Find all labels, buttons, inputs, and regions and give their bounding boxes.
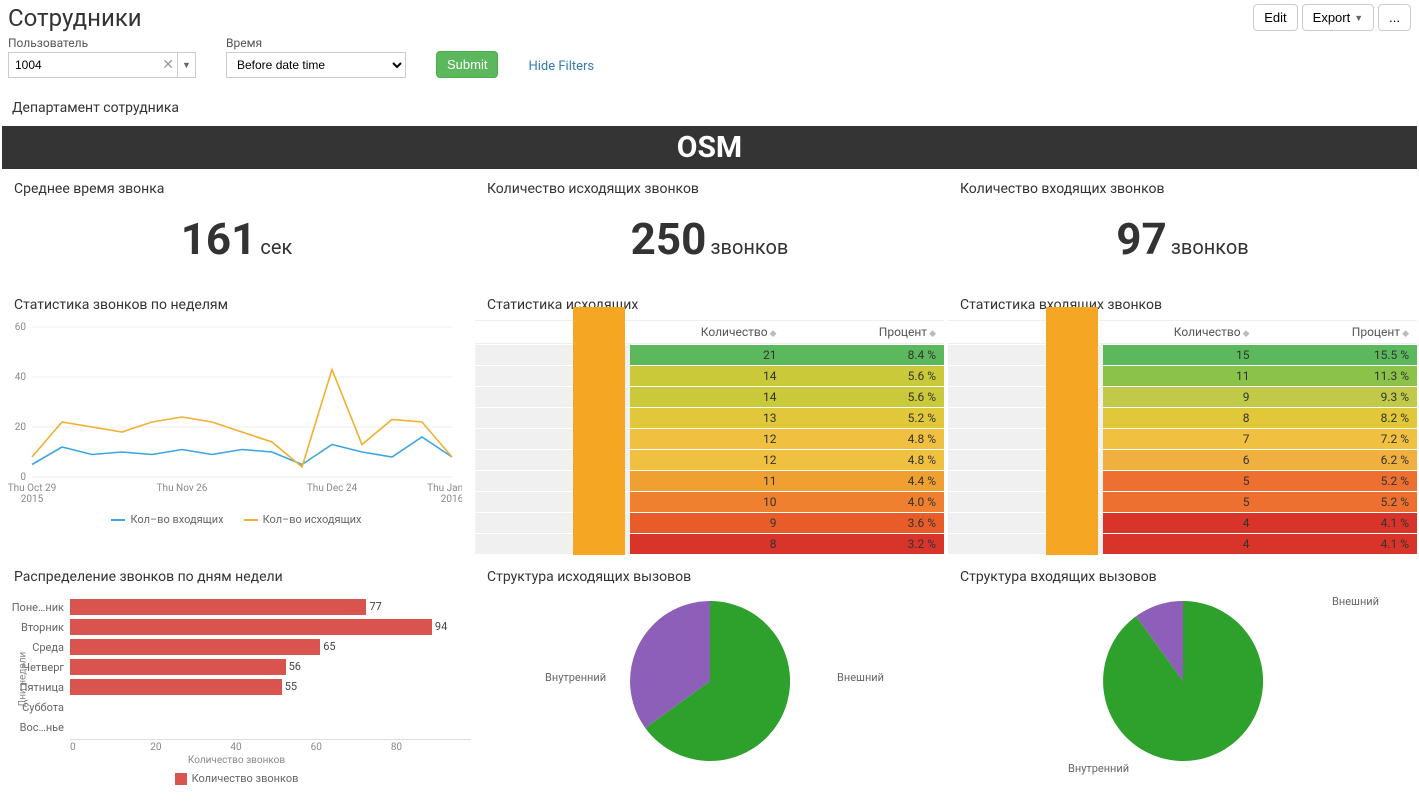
metric-out-value: 250 (631, 213, 707, 265)
svg-text:60: 60 (15, 322, 27, 333)
metric-avg-unit: сек (260, 235, 292, 259)
table-row: 4483.2 % (475, 534, 944, 554)
dow-yaxis: Дни недели (17, 652, 28, 708)
metric-avg-title: Среднее время звонка (2, 171, 471, 203)
sort-icon[interactable]: ◆ (770, 329, 777, 339)
dow-chart: Поне…ник77Вторник94Среда65Четверг56Пятни… (2, 591, 471, 739)
pie-in-chart: Внешний Внутренний (948, 591, 1417, 777)
table-row: 366.2 % (948, 450, 1417, 470)
legend-out: Кол–во исходящих (263, 513, 362, 526)
pie-label-internal: Внутренний (1068, 762, 1129, 775)
filter-time-select[interactable]: Before date time (226, 52, 406, 78)
legend-in: Кол–во входящих (130, 513, 223, 526)
metric-in-value: 97 (1116, 213, 1167, 265)
svg-text:20: 20 (15, 422, 27, 433)
chevron-down-icon[interactable]: ▼ (178, 52, 196, 78)
bar-row: Вторник94 (8, 617, 455, 637)
dow-title: Распределение звонков по дням недели (2, 559, 471, 591)
col-cnt[interactable]: Количество (1174, 325, 1241, 339)
scrollbar[interactable] (573, 307, 625, 555)
table-row: 9893.6 % (475, 513, 944, 533)
bar-row: Поне…ник77 (8, 597, 455, 617)
metric-in-title: Количество входящих звонков (948, 171, 1417, 203)
export-button[interactable]: Export ▼ (1302, 4, 1375, 31)
pie-label-internal: Внутренний (545, 671, 606, 684)
svg-text:40: 40 (15, 372, 27, 383)
chevron-down-icon: ▼ (1354, 13, 1363, 23)
metric-avg-value: 161 (181, 213, 257, 265)
col-pct[interactable]: Процент (879, 325, 927, 339)
svg-text:Thu Dec 24: Thu Dec 24 (307, 483, 358, 494)
page-title: Сотрудники (8, 4, 142, 32)
filter-user-label: Пользователь (8, 36, 196, 50)
table-row: 2055.2 % (948, 492, 1417, 512)
table-row: 077.2 % (948, 429, 1417, 449)
export-label: Export (1313, 10, 1351, 25)
table-row: 31111.3 % (948, 366, 1417, 386)
pie-out-title: Структура исходящих вызовов (475, 559, 944, 591)
dow-xlabel: Количество звонков (2, 755, 471, 766)
pie-label-external: Внешний (1332, 595, 1379, 608)
bar-row: Среда65 (8, 637, 455, 657)
svg-text:2016: 2016 (441, 494, 462, 505)
department-label: Департамент сотрудника (0, 90, 1419, 126)
table-row: 00218.4 % (475, 345, 944, 365)
out-stats-table: Номер◆ Количество◆ Процент◆ 00218.4 %191… (475, 319, 944, 555)
out-stats-title: Статистика исходящих (475, 287, 944, 319)
table-row: 19145.6 % (475, 366, 944, 386)
pie-label-external: Внешний (837, 671, 884, 684)
metric-out-unit: звонков (710, 235, 788, 259)
bar-row: Суббота (8, 697, 455, 717)
more-button[interactable]: ... (1378, 4, 1411, 31)
svg-text:Thu Jan 21: Thu Jan 21 (427, 483, 462, 494)
clear-icon[interactable]: ✕ (162, 57, 174, 73)
svg-text:0: 0 (20, 472, 26, 483)
table-row: 10104.0 % (475, 492, 944, 512)
table-row: 244.1 % (948, 534, 1417, 554)
pie-out-chart: Внутренний Внешний (475, 591, 944, 777)
metric-in-unit: звонков (1171, 235, 1249, 259)
col-pct[interactable]: Процент (1352, 325, 1400, 339)
col-cnt[interactable]: Количество (701, 325, 768, 339)
weekly-chart: 0 20 40 60 Thu Oct 292015 Thu Nov 26 Thu Dec 2… (2, 319, 462, 509)
metric-out-title: Количество исходящих звонков (475, 171, 944, 203)
pie-in-title: Структура входящих вызовов (948, 559, 1417, 591)
svg-text:Thu Oct 29: Thu Oct 29 (8, 483, 57, 494)
table-row: 91515.5 % (948, 345, 1417, 365)
in-stats-table: Номер◆ Количество◆ Процент◆ 91515.5 %311… (948, 319, 1417, 555)
table-row: 488.2 % (948, 408, 1417, 428)
table-row: 53145.6 % (475, 387, 944, 407)
bar-row: Пятница55 (8, 677, 455, 697)
filter-user-input[interactable] (8, 52, 178, 78)
svg-text:2015: 2015 (21, 494, 44, 505)
sort-icon[interactable]: ◆ (1243, 329, 1250, 339)
in-stats-title: Статистика входящих звонков (948, 287, 1417, 319)
department-value: OSM (2, 126, 1417, 169)
table-row: 14124.8 % (475, 429, 944, 449)
weekly-title: Статистика звонков по неделям (2, 287, 471, 319)
edit-button[interactable]: Edit (1253, 4, 1297, 31)
table-row: 399.3 % (948, 387, 1417, 407)
table-row: 20135.2 % (475, 408, 944, 428)
scrollbar[interactable] (1046, 307, 1098, 555)
bar-row: Четверг56 (8, 657, 455, 677)
filter-time-label: Время (226, 36, 406, 50)
dow-legend: Количество звонков (192, 772, 299, 785)
hide-filters-link[interactable]: Hide Filters (528, 59, 594, 78)
table-row: 444.1 % (948, 513, 1417, 533)
table-row: 13114.4 % (475, 471, 944, 491)
sort-icon[interactable]: ◆ (1402, 329, 1409, 339)
submit-button[interactable]: Submit (436, 51, 498, 78)
svg-text:Thu Nov 26: Thu Nov 26 (157, 483, 208, 494)
table-row: 94124.8 % (475, 450, 944, 470)
sort-icon[interactable]: ◆ (929, 329, 936, 339)
table-row: 355.2 % (948, 471, 1417, 491)
bar-row: Вос…нье (8, 717, 455, 737)
